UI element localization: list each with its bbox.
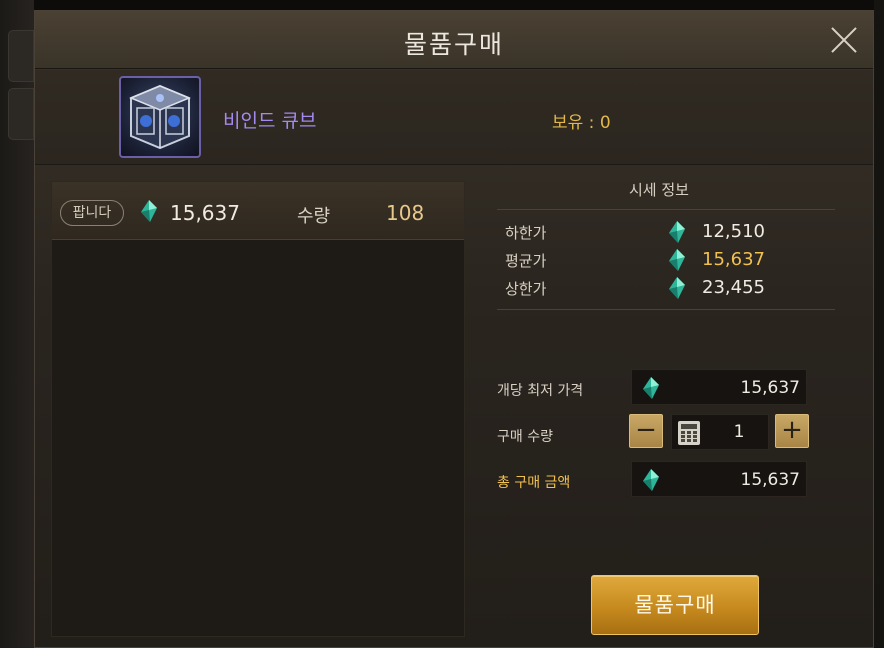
title-bar: 물품구매 — [35, 11, 873, 69]
gem-icon — [669, 221, 685, 243]
market-info-title: 시세 정보 — [629, 181, 689, 199]
purchase-qty-field[interactable]: 1 — [671, 414, 769, 450]
lowest-price-field: 15,637 — [631, 369, 807, 405]
item-name: 비인드 큐브 — [223, 110, 317, 132]
sell-badge: 팝니다 — [60, 200, 124, 226]
listing-qty-label: 수량 — [297, 206, 331, 227]
purchase-qty-label: 구매 수량 — [497, 429, 553, 445]
total-price-value: 15,637 — [740, 470, 800, 490]
decrease-qty-button[interactable]: − — [629, 414, 663, 448]
cube-icon — [119, 76, 201, 158]
total-price-field: 15,637 — [631, 461, 807, 497]
sell-listings: 팝니다 15,637 수량 108 — [51, 181, 465, 637]
gem-icon — [669, 249, 685, 271]
divider — [497, 209, 835, 210]
listing-qty: 108 — [386, 201, 425, 225]
listing-price: 15,637 — [170, 201, 240, 225]
item-header: 비인드 큐브 보유 : 0 — [35, 70, 873, 165]
total-price-label: 총 구매 금액 — [497, 475, 571, 491]
gem-icon — [643, 377, 659, 399]
calculator-icon[interactable] — [678, 421, 700, 445]
listing-row[interactable]: 팝니다 15,637 수량 108 — [52, 182, 464, 240]
background-tab — [8, 88, 34, 140]
purchase-qty-value: 1 — [733, 422, 745, 442]
dialog-title: 물품구매 — [403, 30, 504, 59]
close-icon[interactable] — [829, 25, 859, 55]
lowest-price-value: 15,637 — [740, 378, 800, 398]
max-price-value: 23,455 — [702, 277, 765, 298]
buy-button[interactable]: 물품구매 — [591, 575, 759, 635]
avg-price-label: 평균가 — [505, 252, 547, 270]
max-price-label: 상한가 — [505, 280, 547, 298]
gem-icon — [141, 200, 157, 222]
purchase-dialog: 물품구매 비인드 큐브 보유 : 0 팝니다 15,637 수량 108 시세 … — [34, 10, 874, 648]
background-tab — [8, 30, 34, 82]
gem-icon — [643, 469, 659, 491]
min-price-label: 하한가 — [505, 224, 547, 242]
lowest-price-label: 개당 최저 가격 — [497, 383, 584, 399]
background-top-bar — [34, 0, 884, 10]
divider — [497, 309, 835, 310]
background-right-edge — [874, 0, 884, 648]
avg-price-value: 15,637 — [702, 249, 765, 270]
gem-icon — [669, 277, 685, 299]
owned-count: 보유 : 0 — [552, 113, 611, 133]
increase-qty-button[interactable]: + — [775, 414, 809, 448]
min-price-value: 12,510 — [702, 221, 765, 242]
